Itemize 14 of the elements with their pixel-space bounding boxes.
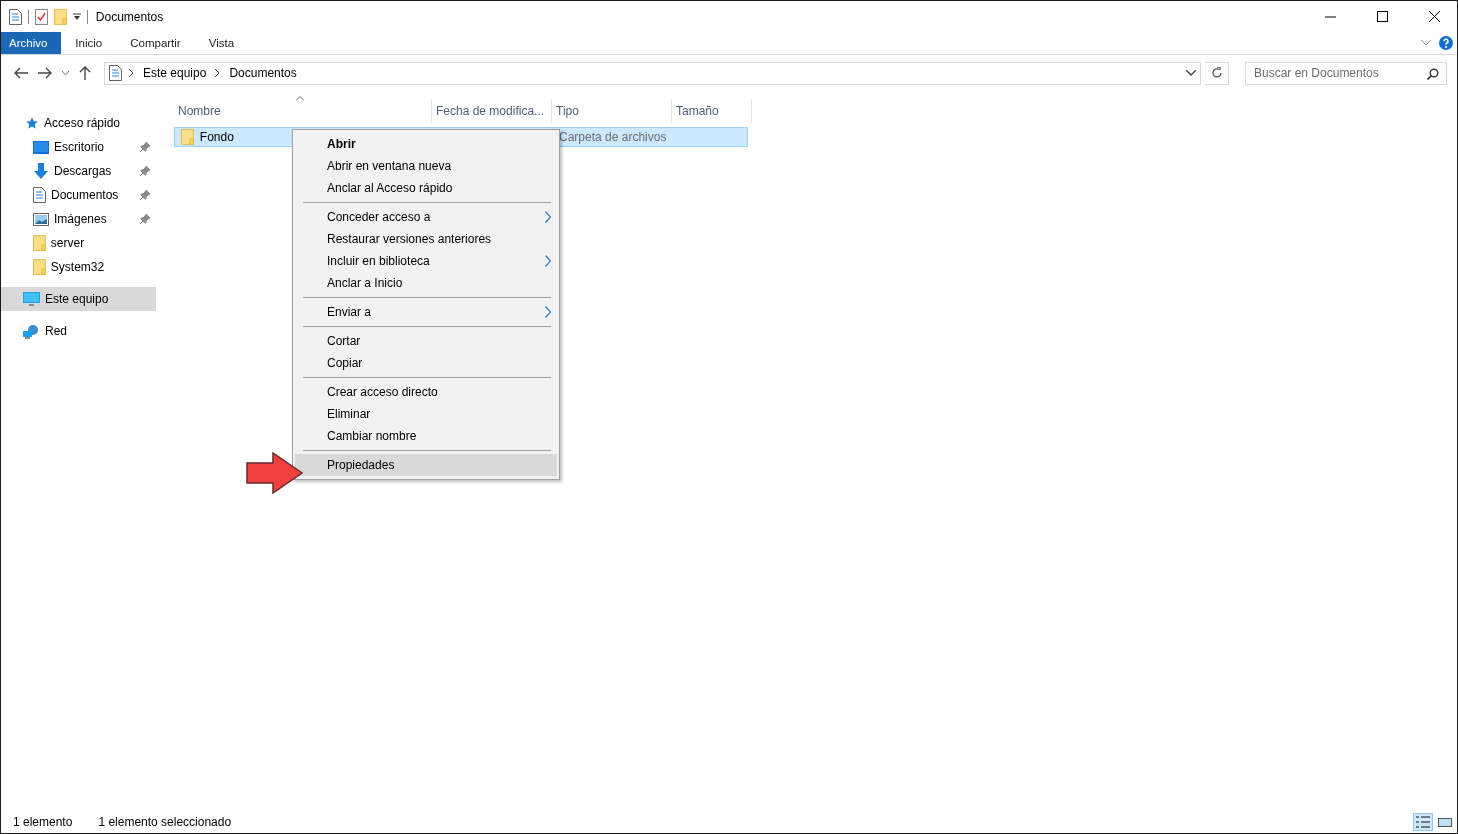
window-title: Documentos bbox=[95, 9, 164, 24]
status-text: 1 elemento bbox=[13, 815, 73, 829]
status-text: 1 elemento seleccionado bbox=[98, 815, 232, 829]
file-type: Carpeta de archivos bbox=[559, 130, 667, 144]
nav-label: Descargas bbox=[54, 164, 113, 178]
file-name: Fondo bbox=[199, 130, 234, 144]
nav-label: Red bbox=[45, 324, 68, 338]
nav-label: Documentos bbox=[51, 188, 120, 202]
nav-label: System32 bbox=[50, 260, 106, 274]
nav-label: Este equipo bbox=[45, 292, 110, 306]
nav-label: Escritorio bbox=[54, 140, 105, 154]
nav-label: Acceso rápido bbox=[44, 116, 122, 130]
nav-label: server bbox=[50, 236, 86, 250]
nav-label: Imágenes bbox=[54, 212, 108, 226]
